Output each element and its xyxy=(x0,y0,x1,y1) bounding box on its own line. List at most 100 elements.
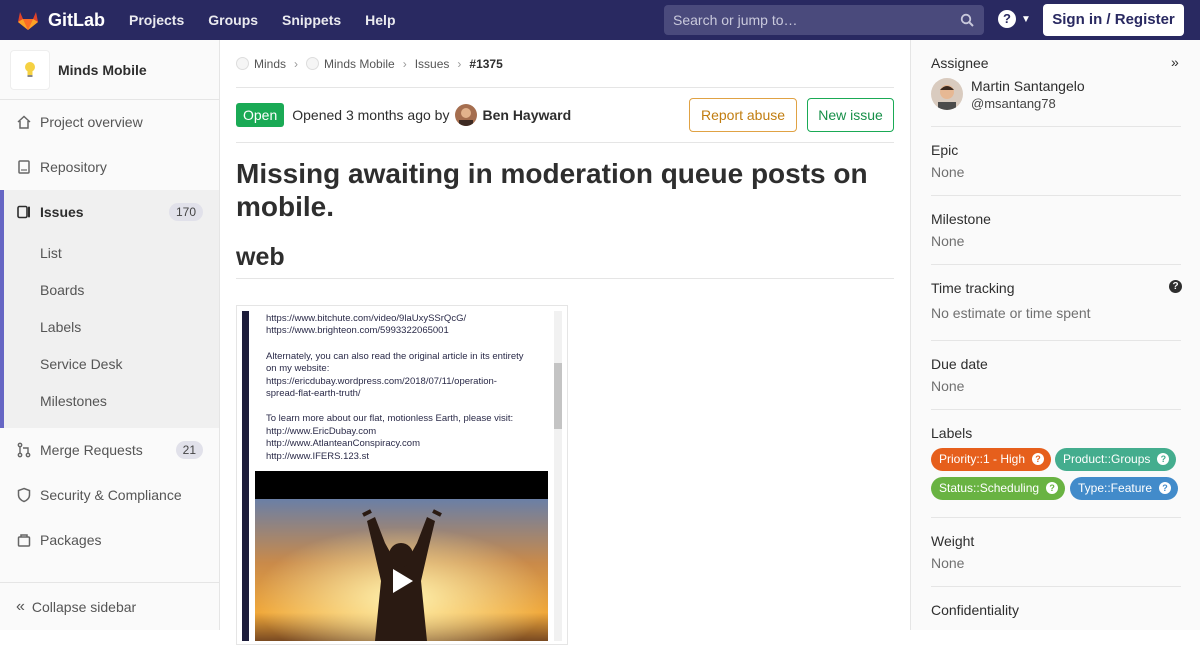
report-abuse-button[interactable]: Report abuse xyxy=(689,98,797,132)
project-avatar xyxy=(10,49,50,90)
sidebar-item-label: Packages xyxy=(40,532,102,548)
milestone-value: None xyxy=(931,233,965,249)
label-status-scheduling[interactable]: Status::Scheduling ? xyxy=(931,477,1066,500)
divider xyxy=(931,195,1181,196)
issue-title: Missing awaiting in moderation queue pos… xyxy=(236,158,868,222)
screenshot-scroll-thumb xyxy=(554,363,562,429)
play-icon xyxy=(393,569,413,593)
project-avatar-small xyxy=(306,57,320,70)
package-icon xyxy=(17,534,31,547)
sidebar-subitem-milestones[interactable]: Milestones xyxy=(40,393,107,409)
screenshot-line: spread-flat-earth-truth/ xyxy=(266,388,361,399)
active-indicator xyxy=(0,190,4,428)
question-icon: ? xyxy=(1157,453,1170,465)
sidebar-item-label: Project overview xyxy=(40,114,143,130)
breadcrumb-issues[interactable]: Issues xyxy=(415,57,450,71)
chevron-right-icon: › xyxy=(294,56,299,71)
label-text: Status::Scheduling xyxy=(939,481,1040,495)
epic-heading: Epic xyxy=(931,142,959,158)
time-tracking-heading: Time tracking xyxy=(931,280,1015,296)
home-icon xyxy=(17,115,31,129)
collapse-sidebar-button[interactable]: « Collapse sidebar xyxy=(0,582,219,630)
assignee-handle: @msantang78 xyxy=(971,96,1056,111)
nav-snippets[interactable]: Snippets xyxy=(282,12,341,28)
video-image xyxy=(255,499,548,641)
label-text: Product::Groups xyxy=(1063,452,1151,466)
sidebar-subitem-service-desk[interactable]: Service Desk xyxy=(40,356,122,372)
sidebar-item-project-overview[interactable]: Project overview xyxy=(0,110,219,134)
chevron-right-icon: › xyxy=(402,56,407,71)
new-issue-button[interactable]: New issue xyxy=(807,98,894,132)
shield-icon xyxy=(17,487,31,503)
sidebar-item-merge-requests[interactable]: Merge Requests 21 xyxy=(0,438,219,462)
question-icon[interactable]: ? xyxy=(1169,280,1182,293)
label-product-groups[interactable]: Product::Groups ? xyxy=(1055,448,1177,471)
gitlab-logo[interactable]: GitLab xyxy=(16,8,105,32)
description-screenshot[interactable]: https://www.bitchute.com/video/9laUxySSr… xyxy=(236,305,568,645)
issues-icon xyxy=(17,205,30,219)
breadcrumb-project[interactable]: Minds Mobile xyxy=(324,57,395,71)
doc-icon xyxy=(18,160,30,174)
issue-right-sidebar: Assignee » Martin Santangelo @msantang78… xyxy=(910,40,1200,630)
search-icon xyxy=(960,13,974,27)
assignee-heading: Assignee xyxy=(931,55,989,71)
sidebar-item-security[interactable]: Security & Compliance xyxy=(0,483,219,507)
description-heading: web xyxy=(236,243,894,279)
breadcrumb-minds[interactable]: Minds xyxy=(254,57,286,71)
label-text: Priority::1 - High xyxy=(939,452,1026,466)
breadcrumb: Minds › Minds Mobile › Issues › #1375 xyxy=(236,40,894,88)
sign-in-button[interactable]: Sign in / Register xyxy=(1043,4,1184,36)
nav-groups[interactable]: Groups xyxy=(208,12,258,28)
milestone-heading: Milestone xyxy=(931,211,991,227)
nav-projects[interactable]: Projects xyxy=(129,12,184,28)
help-dropdown[interactable]: ? ▼ xyxy=(998,10,1031,28)
double-chevron-left-icon: « xyxy=(16,597,25,615)
sidebar-item-packages[interactable]: Packages xyxy=(0,528,219,552)
double-chevron-right-icon[interactable]: » xyxy=(1171,54,1179,70)
screenshot-line: https://ericdubay.wordpress.com/2018/07/… xyxy=(266,376,497,387)
nav-help[interactable]: Help xyxy=(365,12,395,28)
weight-value: None xyxy=(931,555,965,571)
search-placeholder: Search or jump to… xyxy=(673,12,798,28)
sidebar-subitem-labels[interactable]: Labels xyxy=(40,319,81,335)
screenshot-line: https://www.bitchute.com/video/9laUxySSr… xyxy=(266,313,467,324)
sidebar-item-label: Repository xyxy=(40,159,107,175)
question-icon: ? xyxy=(1046,482,1059,494)
screenshot-line: Alternately, you can also read the origi… xyxy=(266,351,524,362)
divider xyxy=(931,340,1181,341)
issues-count-badge: 170 xyxy=(168,203,203,221)
assignee-avatar[interactable] xyxy=(931,78,963,110)
sidebar-item-issues[interactable]: Issues 170 xyxy=(0,200,219,224)
divider xyxy=(931,264,1181,265)
group-avatar xyxy=(236,57,249,70)
author-avatar[interactable] xyxy=(455,104,478,126)
breadcrumb-current[interactable]: #1375 xyxy=(469,57,502,71)
top-nav: Projects Groups Snippets Help xyxy=(129,12,420,28)
opened-text: Opened 3 months ago by xyxy=(292,107,450,123)
screenshot-line: on my website: xyxy=(266,363,330,374)
screenshot-line: http://www.AtlanteanConspiracy.com xyxy=(266,438,421,449)
sidebar-item-label: Issues xyxy=(40,204,84,220)
sidebar-subitem-list[interactable]: List xyxy=(40,245,62,261)
sidebar-subitem-boards[interactable]: Boards xyxy=(40,282,84,298)
question-icon: ? xyxy=(1032,453,1045,465)
time-tracking-value: No estimate or time spent xyxy=(931,305,1091,321)
gitlab-tanuki-icon xyxy=(18,12,38,30)
author-name[interactable]: Ben Hayward xyxy=(482,107,571,123)
assignee-name[interactable]: Martin Santangelo xyxy=(971,78,1085,94)
question-icon: ? xyxy=(998,10,1016,28)
sidebar-item-repository[interactable]: Repository xyxy=(0,155,219,179)
gitlab-wordmark: GitLab xyxy=(48,9,105,30)
top-navbar: GitLab Projects Groups Snippets Help Sea… xyxy=(0,0,1200,40)
issues-section-bg xyxy=(0,190,219,428)
screenshot-edge xyxy=(242,311,249,641)
project-sidebar: Minds Mobile Project overview Repository… xyxy=(0,40,220,630)
status-badge: Open xyxy=(236,103,285,127)
screenshot-scrollbar xyxy=(554,311,562,641)
search-input[interactable]: Search or jump to… xyxy=(664,5,984,35)
due-date-heading: Due date xyxy=(931,356,988,372)
label-priority-high[interactable]: Priority::1 - High ? xyxy=(931,448,1052,471)
project-header[interactable]: Minds Mobile xyxy=(0,40,219,100)
label-type-feature[interactable]: Type::Feature ? xyxy=(1070,477,1179,500)
weight-heading: Weight xyxy=(931,533,975,549)
